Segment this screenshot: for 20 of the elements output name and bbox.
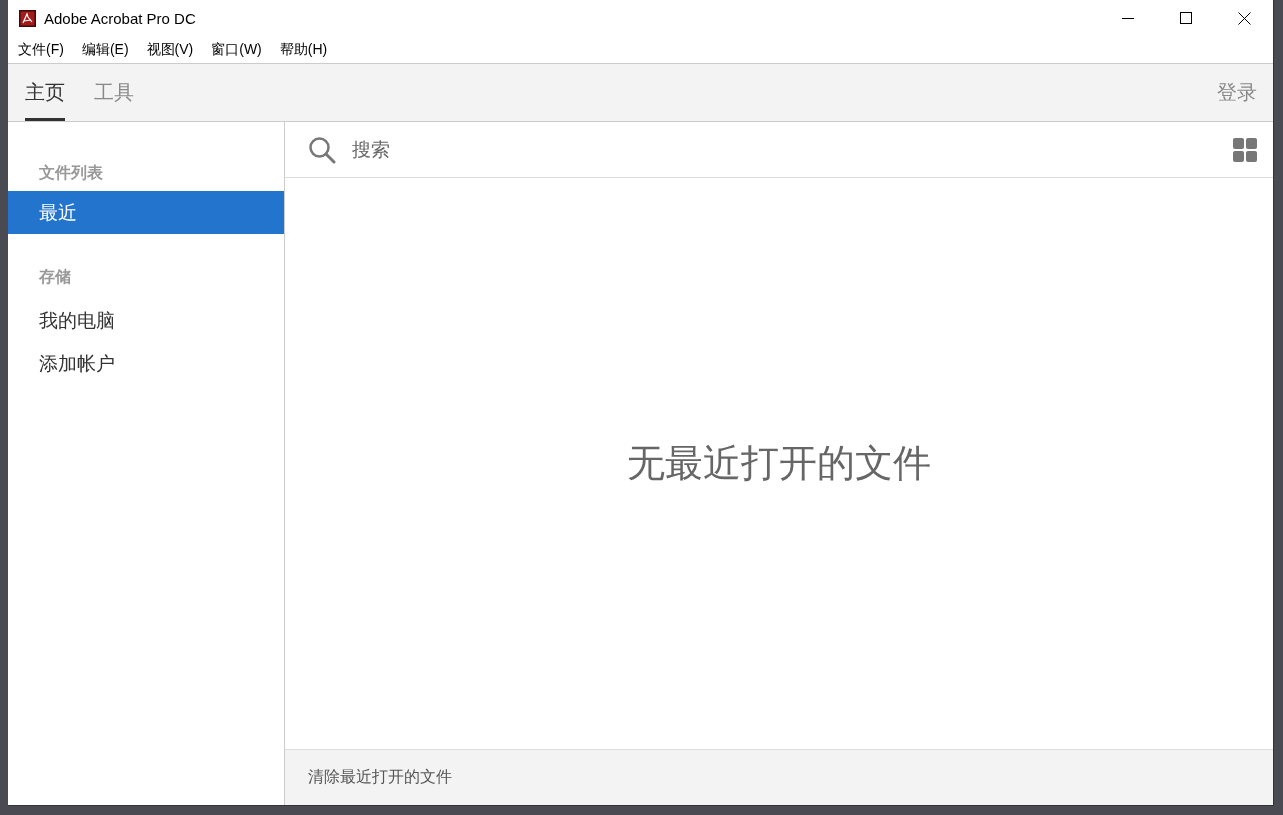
sidebar-item[interactable]: 添加帐户	[8, 342, 284, 385]
close-icon	[1237, 11, 1251, 25]
menu-item[interactable]: 编辑(E)	[75, 40, 135, 59]
empty-message: 无最近打开的文件	[627, 441, 931, 486]
grid-view-icon[interactable]	[1233, 137, 1257, 162]
sidebar-item[interactable]: 我的电脑	[8, 299, 284, 342]
menu-item[interactable]: 视图(V)	[140, 40, 200, 59]
menu-item[interactable]: 文件(F)	[12, 40, 70, 59]
sidebar-heading: 文件列表	[38, 163, 104, 183]
menu-item[interactable]: 窗口(W)	[205, 40, 268, 59]
window-title: Adobe Acrobat Pro DC	[44, 9, 197, 27]
app-logo-icon	[19, 9, 36, 27]
search-field[interactable]: 搜索	[350, 137, 1233, 162]
menu-item[interactable]: 帮助(H)	[273, 40, 334, 59]
sidebar-heading: 存储	[38, 267, 72, 287]
tab[interactable]: 主页	[25, 64, 65, 121]
sidebar-item[interactable]: 最近	[8, 191, 284, 234]
search-icon	[308, 135, 336, 164]
maximize-icon	[1180, 12, 1192, 24]
clear-recent-link[interactable]: 清除最近打开的文件	[308, 767, 452, 788]
